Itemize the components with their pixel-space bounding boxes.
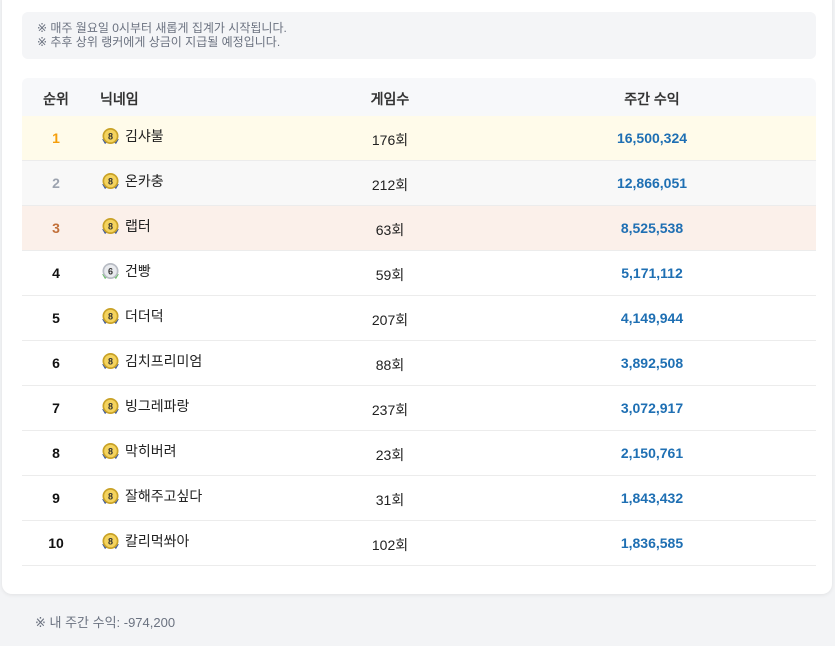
nickname-text: 칼리먹쏴아 [125, 533, 190, 549]
games-cell: 88회 [375, 357, 405, 373]
rank-cell: 4 [52, 265, 60, 281]
nickname-text: 막히버려 [125, 443, 177, 459]
notice-line-1: ※ 매주 월요일 0시부터 새롭게 집계가 시작됩니다. [37, 21, 287, 35]
nickname-cell[interactable]: 8 더더덕 [100, 306, 164, 327]
table-row: 2 8 온카충 212회 12,866,051 [22, 161, 816, 206]
rank-cell: 8 [52, 445, 60, 461]
ranking-table: 순위 닉네임 게임수 주간 수익 1 8 김샤불 176회 16,500,324 2 8 온카… [22, 78, 816, 566]
nickname-cell[interactable]: 8 랩터 [100, 216, 151, 237]
svg-text:8: 8 [108, 131, 113, 141]
table-row: 8 8 막히버려 23회 2,150,761 [22, 431, 816, 476]
rank-cell: 1 [52, 130, 60, 146]
nickname-text: 온카충 [125, 173, 164, 189]
table-body: 1 8 김샤불 176회 16,500,324 2 8 온카충 212회 12,866,051 3 8… [22, 116, 816, 566]
games-cell: 23회 [375, 447, 405, 463]
income-cell: 2,150,761 [620, 445, 684, 461]
nickname-text: 빙그레파랑 [125, 398, 190, 414]
games-cell: 102회 [371, 537, 409, 553]
rank-cell: 2 [52, 175, 60, 191]
nickname-text: 건빵 [125, 263, 151, 279]
income-cell: 1,843,432 [620, 490, 684, 506]
header-rank: 순위 [43, 91, 69, 107]
rank-cell: 3 [52, 220, 60, 236]
games-cell: 207회 [371, 312, 409, 328]
svg-text:8: 8 [108, 446, 113, 456]
games-cell: 63회 [375, 222, 405, 238]
svg-text:8: 8 [108, 356, 113, 366]
nickname-text: 김샤불 [125, 128, 164, 144]
rank-cell: 7 [52, 400, 60, 416]
header-games: 게임수 [370, 91, 410, 107]
nickname-cell[interactable]: 8 온카충 [100, 171, 164, 192]
level-8-badge-icon: 8 [100, 531, 121, 552]
table-row: 9 8 잘해주고싶다 31회 1,843,432 [22, 476, 816, 521]
nickname-cell[interactable]: 8 빙그레파랑 [100, 396, 189, 417]
level-6-badge-icon: 6 [100, 261, 121, 282]
nickname-cell[interactable]: 8 김샤불 [100, 126, 164, 147]
table-row: 7 8 빙그레파랑 237회 3,072,917 [22, 386, 816, 431]
nickname-text: 김치프리미엄 [125, 353, 203, 369]
svg-text:8: 8 [108, 221, 113, 231]
nickname-cell[interactable]: 8 잘해주고싶다 [100, 486, 202, 507]
notice-box: ※ 매주 월요일 0시부터 새롭게 집계가 시작됩니다. ※ 추후 상위 랭커에… [22, 12, 816, 59]
level-8-badge-icon: 8 [100, 126, 121, 147]
table-header: 순위 닉네임 게임수 주간 수익 [22, 78, 816, 116]
my-weekly-income: ※ 내 주간 수익: -974,200 [35, 615, 176, 630]
svg-text:8: 8 [108, 176, 113, 186]
table-row: 6 8 김치프리미엄 88회 3,892,508 [22, 341, 816, 386]
games-cell: 31회 [375, 492, 405, 508]
svg-text:8: 8 [108, 491, 113, 501]
income-cell: 1,836,585 [620, 535, 684, 551]
nickname-cell[interactable]: 8 막히버려 [100, 441, 177, 462]
svg-text:6: 6 [108, 266, 113, 276]
nickname-cell[interactable]: 8 김치프리미엄 [100, 351, 202, 372]
income-cell: 16,500,324 [616, 130, 688, 146]
svg-text:8: 8 [108, 536, 113, 546]
nickname-text: 랩터 [125, 218, 151, 234]
income-cell: 4,149,944 [620, 310, 684, 326]
games-cell: 237회 [371, 402, 409, 418]
svg-text:8: 8 [108, 401, 113, 411]
rank-cell: 5 [52, 310, 60, 326]
table-row: 4 6 건빵 59회 5,171,112 [22, 251, 816, 296]
svg-text:8: 8 [108, 311, 113, 321]
games-cell: 212회 [371, 177, 409, 193]
level-8-badge-icon: 8 [100, 396, 121, 417]
income-cell: 12,866,051 [616, 175, 688, 191]
header-income: 주간 수익 [624, 91, 680, 107]
notice-line-2: ※ 추후 상위 랭커에게 상금이 지급될 예정입니다. [37, 35, 281, 49]
level-8-badge-icon: 8 [100, 171, 121, 192]
level-8-badge-icon: 8 [100, 351, 121, 372]
level-8-badge-icon: 8 [100, 486, 121, 507]
header-nickname: 닉네임 [100, 91, 139, 107]
table-row: 3 8 랩터 63회 8,525,538 [22, 206, 816, 251]
nickname-text: 더더덕 [125, 308, 164, 324]
level-8-badge-icon: 8 [100, 441, 121, 462]
table-row: 1 8 김샤불 176회 16,500,324 [22, 116, 816, 161]
rank-cell: 10 [48, 535, 64, 551]
nickname-cell[interactable]: 8 칼리먹쏴아 [100, 531, 189, 552]
table-row: 5 8 더더덕 207회 4,149,944 [22, 296, 816, 341]
nickname-text: 잘해주고싶다 [125, 488, 203, 504]
income-cell: 5,171,112 [621, 265, 683, 281]
income-cell: 8,525,538 [620, 220, 684, 236]
nickname-cell[interactable]: 6 건빵 [100, 261, 151, 282]
ranking-card: ※ 매주 월요일 0시부터 새롭게 집계가 시작됩니다. ※ 추후 상위 랭커에… [2, 0, 832, 594]
level-8-badge-icon: 8 [100, 216, 121, 237]
level-8-badge-icon: 8 [100, 306, 121, 327]
income-cell: 3,072,917 [620, 400, 684, 416]
rank-cell: 9 [52, 490, 60, 506]
games-cell: 176회 [371, 132, 409, 148]
rank-cell: 6 [52, 355, 60, 371]
income-cell: 3,892,508 [620, 355, 684, 371]
games-cell: 59회 [375, 267, 405, 283]
table-row: 10 8 칼리먹쏴아 102회 1,836,585 [22, 521, 816, 566]
